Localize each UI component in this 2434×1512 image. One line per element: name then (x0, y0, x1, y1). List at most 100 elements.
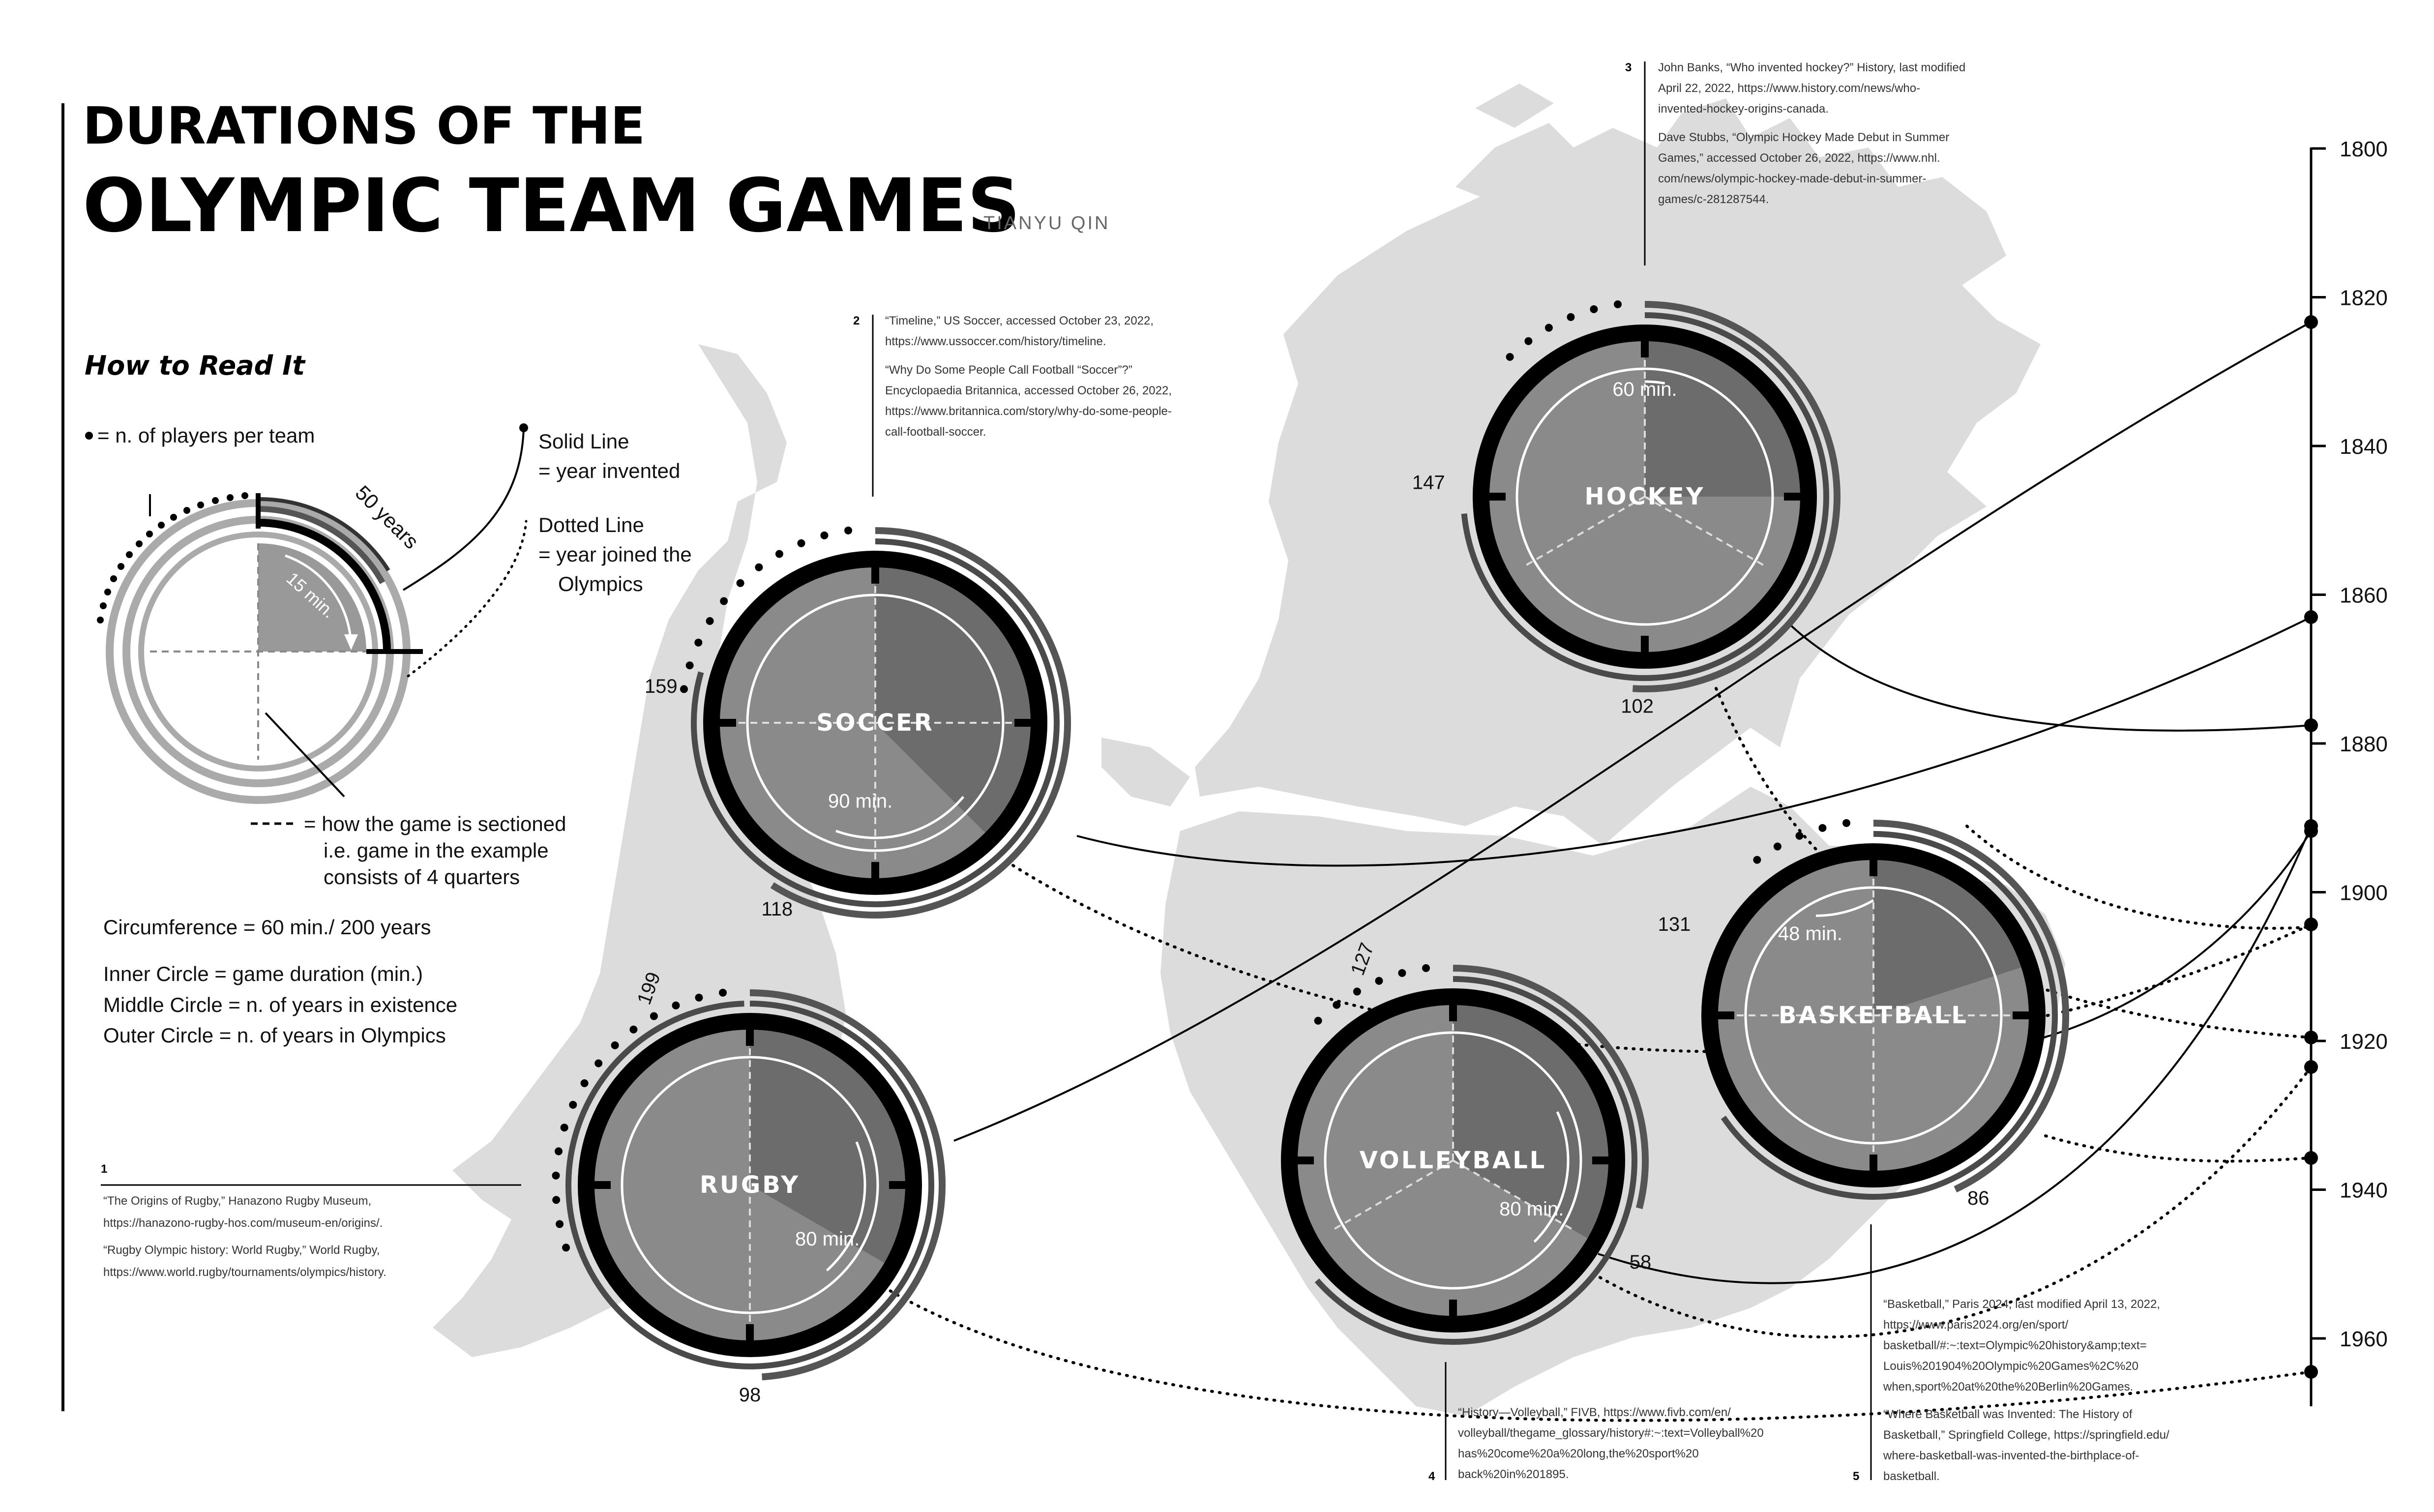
footnote-5-line: https://www.paris2024.org/en/sport/ (1883, 1318, 2069, 1332)
volleyball-player-dot (1353, 987, 1361, 996)
soccer-player-dot (736, 579, 744, 587)
footnote-4-line: “History—Volleyball,” FIVB, https://www.… (1458, 1406, 1731, 1419)
hockey-player-dot (1614, 300, 1622, 308)
basketball-olympics-line (2044, 1134, 2313, 1163)
soccer-olympics-years: 118 (761, 898, 793, 920)
basketball-duration-label: 48 min. (1778, 923, 1842, 945)
footnote-2-line: https://www.britannica.com/story/why-do-… (885, 405, 1172, 418)
timeline-year-label: 1860 (2340, 584, 2388, 608)
timeline-year-label: 1900 (2340, 881, 2388, 905)
footnote-4-line: back%20in%201895. (1458, 1468, 1569, 1481)
how-to-heading: How to Read It (85, 350, 306, 381)
soccer-duration-label: 90 min. (828, 790, 892, 812)
footnote-4-number: 4 (1428, 1470, 1435, 1483)
footnote-2-line: “Timeline,” US Soccer, accessed October … (885, 314, 1154, 327)
rugby-player-dot (569, 1100, 577, 1109)
outer-circle-text: Outer Circle = n. of years in Olympics (103, 1024, 446, 1047)
footnote-2-line: Encyclopaedia Britannica, accessed Octob… (885, 384, 1172, 397)
footnote-2-line: call-football-soccer. (885, 425, 986, 439)
soccer-existence-years: 159 (645, 676, 678, 697)
footnote-5-line: “Basketball,” Paris 2024, last modified … (1883, 1298, 2160, 1311)
soccer-player-dot (680, 685, 688, 693)
volleyball-player-dot (1314, 1016, 1322, 1025)
timeline-year-label: 1880 (2340, 732, 2388, 756)
hockey-existence-years: 147 (1412, 472, 1445, 494)
volleyball-name: VOLLEYBALL (1360, 1147, 1547, 1174)
footnote-1: 1 “The Origins of Rugby,” Hanazono Rugby… (101, 1162, 521, 1279)
hockey-player-dot (1524, 337, 1533, 345)
dotted-line-label: Dotted Line (538, 513, 644, 536)
rugby-duration-label: 80 min. (795, 1228, 860, 1250)
rugby-player-dot (552, 1196, 561, 1204)
footnote-1-line: “The Origins of Rugby,” Hanazono Rugby M… (103, 1194, 371, 1208)
volleyball-olympics-years: 58 (1630, 1251, 1652, 1273)
footnote-2: 2 “Timeline,” US Soccer, accessed Octobe… (853, 314, 1172, 497)
example-diagram: 15 min. 50 years (97, 481, 423, 804)
basketball-player-dot (1818, 824, 1827, 832)
rugby-player-dot (580, 1079, 589, 1088)
how-to-read-legend: How to Read It = n. of players per team … (85, 350, 692, 1047)
footnote-5-line: where-basketball-was-invented-the-birthp… (1883, 1449, 2139, 1462)
timeline-year-label: 1840 (2340, 435, 2388, 459)
soccer-player-dot (755, 563, 763, 571)
footnote-3-line: John Banks, “Who invented hockey?” Histo… (1658, 61, 1965, 74)
player-dot-key (85, 432, 93, 440)
footnote-5-number: 5 (1853, 1470, 1859, 1483)
author-name: TIANYU QIN (983, 213, 1110, 234)
rugby-player-dot (629, 1025, 638, 1034)
footnote-2-line: “Why Do Some People Call Football “Socce… (885, 363, 1132, 377)
basketball-existence-years: 131 (1658, 914, 1691, 935)
soccer-player-dot (694, 638, 703, 647)
volleyball-player-dot (1398, 969, 1406, 977)
rugby-player-dot (594, 1059, 603, 1067)
footnote-4-line: volleyball/thegame_glossary/history#:~:t… (1458, 1426, 1764, 1440)
footnote-5-line: basketball. (1883, 1470, 1940, 1483)
volleyball-player-dot (1333, 1001, 1341, 1009)
sectioned-text-1: = how the game is sectioned (304, 812, 566, 835)
footnote-2-number: 2 (853, 314, 860, 327)
footnote-5-line: Louis%201904%20Olympic%20Games%2C%20 (1883, 1360, 2138, 1373)
basketball-name: BASKETBALL (1779, 1002, 1968, 1029)
footnote-5-line: “Where Basketball was Invented: The Hist… (1883, 1408, 2133, 1421)
hockey-player-dot (1544, 324, 1553, 332)
hockey-invented-line (1789, 623, 2312, 732)
footnote-1-line: https://www.world.rugby/tournaments/olym… (103, 1266, 386, 1279)
footnote-5: 5 “Basketball,” Paris 2024, last modifie… (1853, 1224, 2169, 1483)
volleyball-player-dot (1422, 964, 1430, 972)
solid-line-desc: = year invented (538, 459, 680, 482)
inner-circle-text: Inner Circle = game duration (min.) (103, 962, 423, 985)
hockey-name: HOCKEY (1585, 483, 1705, 510)
timeline-axis: 1800 1820 1840 1860 1880 1900 1920 1940 1960 (2304, 137, 2388, 1406)
title-line-1: DURATIONS OF THE (83, 96, 645, 156)
rugby-player-dot (719, 988, 727, 997)
hockey-player-dot (1590, 305, 1598, 313)
timeline-year-label: 1800 (2340, 137, 2388, 161)
footnote-5-line: when,sport%20at%20the%20Berlin%20Games. (1883, 1380, 2133, 1393)
basketball-player-dot (1842, 819, 1851, 827)
rugby-player-dot (556, 1220, 564, 1228)
title-line-2: OLYMPIC TEAM GAMES (83, 163, 1020, 249)
sectioned-text-3: consists of 4 quarters (324, 865, 520, 889)
soccer-player-dot (844, 526, 853, 534)
rugby-player-dot (552, 1171, 560, 1180)
soccer-player-dot (797, 539, 805, 547)
footnote-1-number: 1 (101, 1162, 107, 1176)
volleyball-duration-label: 80 min. (1499, 1198, 1564, 1220)
sectioned-text-2: i.e. game in the example (324, 839, 549, 862)
rugby-name: RUGBY (700, 1171, 800, 1199)
rugby-player-dot (560, 1124, 568, 1132)
timeline-year-label: 1920 (2340, 1030, 2388, 1054)
rugby-player-dot (611, 1041, 619, 1049)
rugby-player-dot (695, 993, 703, 1002)
footnote-1-line: https://hanazono-rugby-hos.com/museum-en… (103, 1216, 383, 1230)
basketball-player-dot (1773, 842, 1781, 851)
hockey-player-dot (1506, 353, 1514, 361)
dotted-line-desc: = year joined the (538, 543, 692, 566)
basketball-player-dot (1753, 856, 1761, 864)
soccer-name: SOCCER (816, 709, 934, 737)
footnote-5-line: Basketball,” Springfield College, https:… (1883, 1428, 2169, 1442)
footnote-2-line: https://www.ussoccer.com/history/timelin… (885, 335, 1106, 348)
footnote-4-line: has%20come%20a%20long,the%20sport%20 (1458, 1447, 1699, 1460)
infographic-canvas: DURATIONS OF THE OLYMPIC TEAM GAMES TIAN… (61, 61, 2388, 1483)
basketball-olympics-years: 86 (1967, 1187, 1989, 1209)
